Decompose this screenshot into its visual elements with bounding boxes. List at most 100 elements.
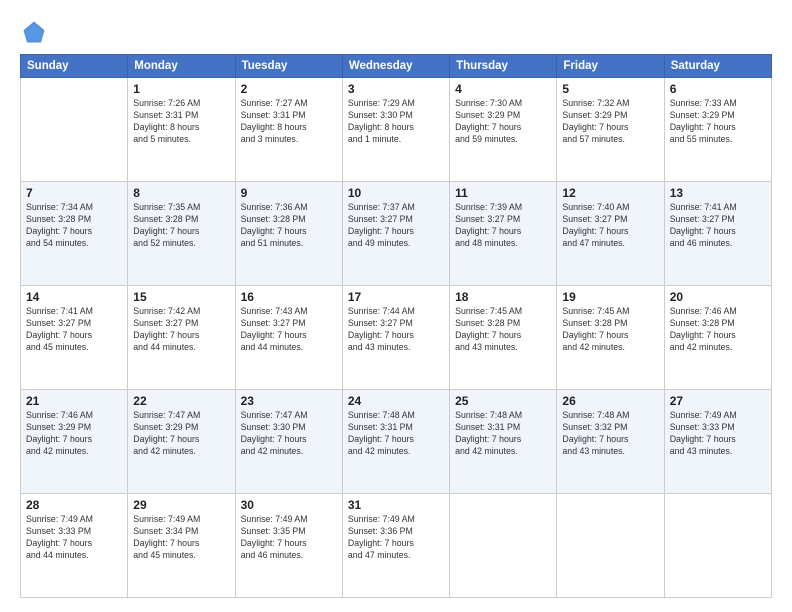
logo-icon [20,18,48,46]
day-info: Sunrise: 7:36 AM Sunset: 3:28 PM Dayligh… [241,202,337,250]
day-number: 29 [133,498,229,512]
calendar-cell: 28 Sunrise: 7:49 AM Sunset: 3:33 PM Dayli… [21,494,128,598]
calendar-cell: 20Sunrise: 7:46 AM Sunset: 3:28 PM Dayli… [664,286,771,390]
calendar-cell: 6Sunrise: 7:33 AM Sunset: 3:29 PM Daylig… [664,78,771,182]
day-info: Sunrise: 7:47 AM Sunset: 3:29 PM Dayligh… [133,410,229,458]
day-number: 9 [241,186,337,200]
day-info: Sunrise: 7:48 AM Sunset: 3:31 PM Dayligh… [455,410,551,458]
day-info: Sunrise: 7:26 AM Sunset: 3:31 PM Dayligh… [133,98,229,146]
calendar-cell: 15 Sunrise: 7:42 AM Sunset: 3:27 PM Dayli… [128,286,235,390]
day-info: Sunrise: 7:43 AM Sunset: 3:27 PM Dayligh… [241,306,337,354]
calendar-header-wednesday: Wednesday [342,55,449,78]
day-info: Sunrise: 7:49 AM Sunset: 3:33 PM Dayligh… [670,410,766,458]
day-number: 3 [348,82,444,96]
day-number: 16 [241,290,337,304]
calendar-cell: 10Sunrise: 7:37 AM Sunset: 3:27 PM Dayli… [342,182,449,286]
calendar-cell: 16 Sunrise: 7:43 AM Sunset: 3:27 PM Dayli… [235,286,342,390]
day-number: 5 [562,82,658,96]
calendar-table: SundayMondayTuesdayWednesdayThursdayFrid… [20,54,772,598]
day-number: 13 [670,186,766,200]
day-number: 1 [133,82,229,96]
day-number: 21 [26,394,122,408]
day-number: 19 [562,290,658,304]
day-number: 25 [455,394,551,408]
calendar-cell: 7Sunrise: 7:34 AM Sunset: 3:28 PM Daylig… [21,182,128,286]
day-info: Sunrise: 7:48 AM Sunset: 3:31 PM Dayligh… [348,410,444,458]
day-number: 22 [133,394,229,408]
day-info: Sunrise: 7:42 AM Sunset: 3:27 PM Dayligh… [133,306,229,354]
calendar-cell: 4 Sunrise: 7:30 AM Sunset: 3:29 PM Daylig… [450,78,557,182]
calendar-cell: 24Sunrise: 7:48 AM Sunset: 3:31 PM Dayli… [342,390,449,494]
day-number: 2 [241,82,337,96]
day-number: 11 [455,186,551,200]
calendar-cell: 23 Sunrise: 7:47 AM Sunset: 3:30 PM Dayli… [235,390,342,494]
calendar-header-thursday: Thursday [450,55,557,78]
calendar-cell: 21 Sunrise: 7:46 AM Sunset: 3:29 PM Dayli… [21,390,128,494]
calendar-cell: 12Sunrise: 7:40 AM Sunset: 3:27 PM Dayli… [557,182,664,286]
day-info: Sunrise: 7:49 AM Sunset: 3:33 PM Dayligh… [26,514,122,562]
calendar-cell: 22 Sunrise: 7:47 AM Sunset: 3:29 PM Dayli… [128,390,235,494]
calendar-cell: 8Sunrise: 7:35 AM Sunset: 3:28 PM Daylig… [128,182,235,286]
calendar-cell [450,494,557,598]
calendar-cell [21,78,128,182]
calendar-cell: 26Sunrise: 7:48 AM Sunset: 3:32 PM Dayli… [557,390,664,494]
calendar-cell: 17 Sunrise: 7:44 AM Sunset: 3:27 PM Dayli… [342,286,449,390]
day-info: Sunrise: 7:45 AM Sunset: 3:28 PM Dayligh… [455,306,551,354]
day-number: 4 [455,82,551,96]
logo [20,22,52,46]
day-number: 12 [562,186,658,200]
calendar-header-saturday: Saturday [664,55,771,78]
day-info: Sunrise: 7:29 AM Sunset: 3:30 PM Dayligh… [348,98,444,146]
day-number: 10 [348,186,444,200]
calendar-header-tuesday: Tuesday [235,55,342,78]
day-number: 18 [455,290,551,304]
day-number: 27 [670,394,766,408]
calendar-cell: 18 Sunrise: 7:45 AM Sunset: 3:28 PM Dayli… [450,286,557,390]
calendar-cell [664,494,771,598]
calendar-cell: 27 Sunrise: 7:49 AM Sunset: 3:33 PM Dayli… [664,390,771,494]
calendar-cell: 14Sunrise: 7:41 AM Sunset: 3:27 PM Dayli… [21,286,128,390]
day-info: Sunrise: 7:49 AM Sunset: 3:36 PM Dayligh… [348,514,444,562]
day-info: Sunrise: 7:35 AM Sunset: 3:28 PM Dayligh… [133,202,229,250]
calendar-week-row: 14Sunrise: 7:41 AM Sunset: 3:27 PM Dayli… [21,286,772,390]
day-info: Sunrise: 7:30 AM Sunset: 3:29 PM Dayligh… [455,98,551,146]
day-info: Sunrise: 7:46 AM Sunset: 3:29 PM Dayligh… [26,410,122,458]
day-number: 20 [670,290,766,304]
day-number: 17 [348,290,444,304]
day-number: 14 [26,290,122,304]
day-info: Sunrise: 7:39 AM Sunset: 3:27 PM Dayligh… [455,202,551,250]
calendar-week-row: 1 Sunrise: 7:26 AM Sunset: 3:31 PM Daylig… [21,78,772,182]
day-info: Sunrise: 7:49 AM Sunset: 3:35 PM Dayligh… [241,514,337,562]
page: SundayMondayTuesdayWednesdayThursdayFrid… [0,0,792,612]
calendar-header-sunday: Sunday [21,55,128,78]
day-number: 28 [26,498,122,512]
day-info: Sunrise: 7:47 AM Sunset: 3:30 PM Dayligh… [241,410,337,458]
day-number: 30 [241,498,337,512]
calendar-cell: 1 Sunrise: 7:26 AM Sunset: 3:31 PM Daylig… [128,78,235,182]
calendar-cell: 19 Sunrise: 7:45 AM Sunset: 3:28 PM Dayli… [557,286,664,390]
header [20,18,772,46]
calendar-cell: 29 Sunrise: 7:49 AM Sunset: 3:34 PM Dayli… [128,494,235,598]
day-info: Sunrise: 7:44 AM Sunset: 3:27 PM Dayligh… [348,306,444,354]
day-info: Sunrise: 7:27 AM Sunset: 3:31 PM Dayligh… [241,98,337,146]
calendar-cell: 11 Sunrise: 7:39 AM Sunset: 3:27 PM Dayli… [450,182,557,286]
calendar-cell [557,494,664,598]
day-number: 26 [562,394,658,408]
calendar-week-row: 28 Sunrise: 7:49 AM Sunset: 3:33 PM Dayli… [21,494,772,598]
calendar-week-row: 21 Sunrise: 7:46 AM Sunset: 3:29 PM Dayli… [21,390,772,494]
calendar-cell: 13Sunrise: 7:41 AM Sunset: 3:27 PM Dayli… [664,182,771,286]
day-info: Sunrise: 7:45 AM Sunset: 3:28 PM Dayligh… [562,306,658,354]
calendar-cell: 25 Sunrise: 7:48 AM Sunset: 3:31 PM Dayli… [450,390,557,494]
calendar-cell: 30 Sunrise: 7:49 AM Sunset: 3:35 PM Dayli… [235,494,342,598]
day-info: Sunrise: 7:34 AM Sunset: 3:28 PM Dayligh… [26,202,122,250]
calendar-cell: 5Sunrise: 7:32 AM Sunset: 3:29 PM Daylig… [557,78,664,182]
day-number: 15 [133,290,229,304]
day-info: Sunrise: 7:33 AM Sunset: 3:29 PM Dayligh… [670,98,766,146]
day-number: 31 [348,498,444,512]
day-info: Sunrise: 7:49 AM Sunset: 3:34 PM Dayligh… [133,514,229,562]
day-number: 23 [241,394,337,408]
calendar-cell: 3 Sunrise: 7:29 AM Sunset: 3:30 PM Daylig… [342,78,449,182]
calendar-header-friday: Friday [557,55,664,78]
calendar-cell: 9 Sunrise: 7:36 AM Sunset: 3:28 PM Daylig… [235,182,342,286]
calendar-header-row: SundayMondayTuesdayWednesdayThursdayFrid… [21,55,772,78]
